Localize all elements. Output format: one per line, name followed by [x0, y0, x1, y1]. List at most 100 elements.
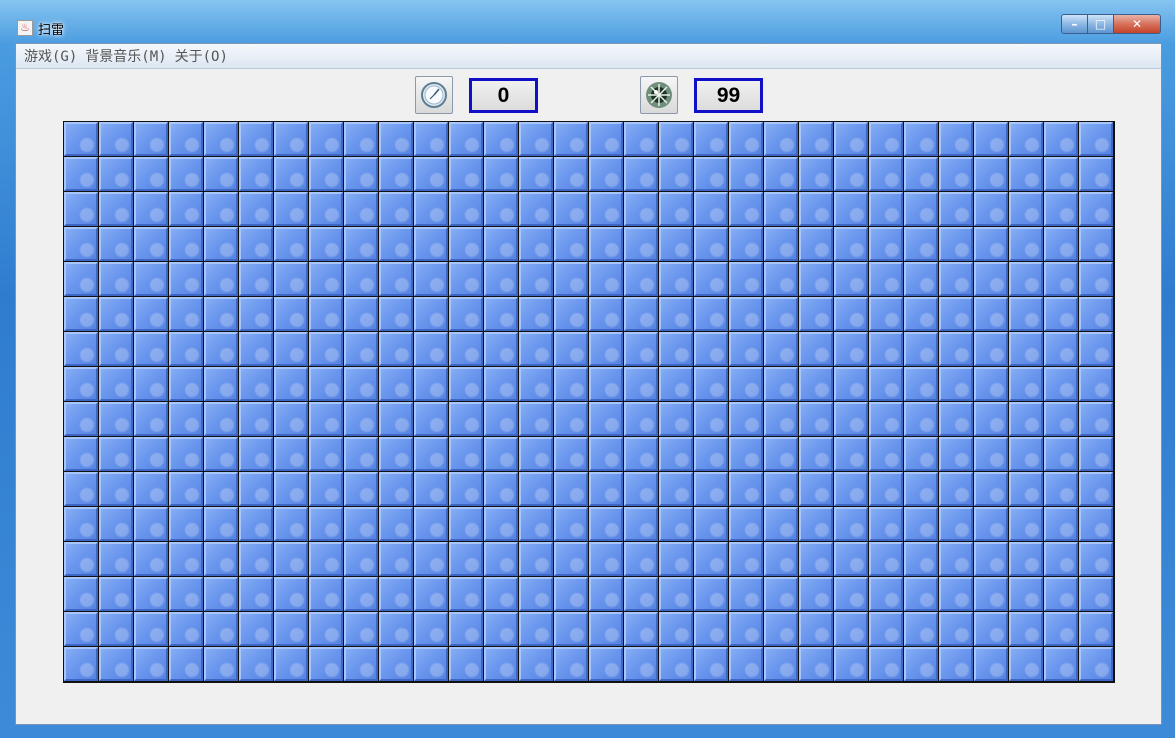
mine-cell[interactable] [974, 157, 1008, 191]
mine-cell[interactable] [99, 262, 133, 296]
mine-cell[interactable] [379, 612, 413, 646]
mine-cell[interactable] [799, 612, 833, 646]
mine-cell[interactable] [904, 577, 938, 611]
mine-cell[interactable] [134, 472, 168, 506]
mine-cell[interactable] [554, 647, 588, 681]
mine-cell[interactable] [344, 262, 378, 296]
mine-cell[interactable] [694, 367, 728, 401]
mine-cell[interactable] [589, 647, 623, 681]
mine-cell[interactable] [99, 577, 133, 611]
mine-cell[interactable] [659, 542, 693, 576]
mine-cell[interactable] [764, 612, 798, 646]
mine-cell[interactable] [519, 437, 553, 471]
mine-cell[interactable] [519, 122, 553, 156]
mine-cell[interactable] [1044, 297, 1078, 331]
mine-cell[interactable] [239, 332, 273, 366]
mine-cell[interactable] [764, 402, 798, 436]
mine-cell[interactable] [519, 402, 553, 436]
mine-cell[interactable] [449, 157, 483, 191]
mine-cell[interactable] [64, 402, 98, 436]
mine-cell[interactable] [799, 577, 833, 611]
mine-cell[interactable] [449, 122, 483, 156]
mine-cell[interactable] [904, 402, 938, 436]
mine-cell[interactable] [449, 612, 483, 646]
mine-cell[interactable] [169, 437, 203, 471]
mine-cell[interactable] [729, 122, 763, 156]
mine-cell[interactable] [1044, 157, 1078, 191]
mine-cell[interactable] [484, 367, 518, 401]
mine-cell[interactable] [1044, 367, 1078, 401]
mine-cell[interactable] [764, 157, 798, 191]
mine-cell[interactable] [729, 437, 763, 471]
mine-cell[interactable] [869, 507, 903, 541]
mine-cell[interactable] [239, 402, 273, 436]
mine-cell[interactable] [449, 367, 483, 401]
mine-cell[interactable] [204, 332, 238, 366]
mine-cell[interactable] [239, 262, 273, 296]
mine-cell[interactable] [449, 542, 483, 576]
mine-cell[interactable] [1079, 612, 1113, 646]
mine-cell[interactable] [694, 227, 728, 261]
mine-cell[interactable] [939, 507, 973, 541]
mine-cell[interactable] [274, 157, 308, 191]
mine-cell[interactable] [484, 437, 518, 471]
mine-cell[interactable] [869, 262, 903, 296]
mine-cell[interactable] [799, 507, 833, 541]
mine-cell[interactable] [344, 227, 378, 261]
mine-cell[interactable] [1079, 367, 1113, 401]
mine-cell[interactable] [869, 192, 903, 226]
mine-cell[interactable] [869, 227, 903, 261]
mine-cell[interactable] [1079, 437, 1113, 471]
mine-cell[interactable] [64, 472, 98, 506]
mine-cell[interactable] [764, 262, 798, 296]
mine-cell[interactable] [1009, 227, 1043, 261]
mine-cell[interactable] [379, 402, 413, 436]
mine-cell[interactable] [414, 612, 448, 646]
mine-cell[interactable] [519, 367, 553, 401]
mine-cell[interactable] [344, 402, 378, 436]
mine-cell[interactable] [309, 472, 343, 506]
mine-cell[interactable] [869, 647, 903, 681]
mine-cell[interactable] [519, 507, 553, 541]
mine-cell[interactable] [869, 122, 903, 156]
mine-cell[interactable] [344, 192, 378, 226]
mine-cell[interactable] [764, 577, 798, 611]
mine-cell[interactable] [274, 437, 308, 471]
mine-cell[interactable] [764, 367, 798, 401]
mine-cell[interactable] [414, 437, 448, 471]
mine-cell[interactable] [484, 647, 518, 681]
mine-cell[interactable] [554, 262, 588, 296]
mine-cell[interactable] [414, 122, 448, 156]
mine-cell[interactable] [624, 227, 658, 261]
mine-cell[interactable] [169, 192, 203, 226]
mine-cell[interactable] [344, 612, 378, 646]
mine-cell[interactable] [799, 402, 833, 436]
mine-cell[interactable] [204, 297, 238, 331]
mine-cell[interactable] [589, 402, 623, 436]
mine-cell[interactable] [834, 577, 868, 611]
mine-cell[interactable] [239, 437, 273, 471]
mine-cell[interactable] [799, 122, 833, 156]
mine-cell[interactable] [414, 332, 448, 366]
mine-cell[interactable] [274, 612, 308, 646]
mine-cell[interactable] [64, 227, 98, 261]
mine-cell[interactable] [484, 332, 518, 366]
mine-cell[interactable] [1044, 507, 1078, 541]
mine-cell[interactable] [624, 122, 658, 156]
mine-cell[interactable] [204, 612, 238, 646]
mine-cell[interactable] [134, 367, 168, 401]
mine-cell[interactable] [414, 402, 448, 436]
mine-cell[interactable] [204, 402, 238, 436]
mine-cell[interactable] [939, 227, 973, 261]
mine-cell[interactable] [1009, 262, 1043, 296]
mine-cell[interactable] [239, 647, 273, 681]
mine-cell[interactable] [204, 542, 238, 576]
mine-cell[interactable] [869, 437, 903, 471]
mine-cell[interactable] [869, 542, 903, 576]
mine-cell[interactable] [239, 297, 273, 331]
mine-cell[interactable] [309, 297, 343, 331]
mine-cell[interactable] [589, 542, 623, 576]
mine-cell[interactable] [1079, 157, 1113, 191]
mine-cell[interactable] [64, 542, 98, 576]
mine-cell[interactable] [204, 577, 238, 611]
